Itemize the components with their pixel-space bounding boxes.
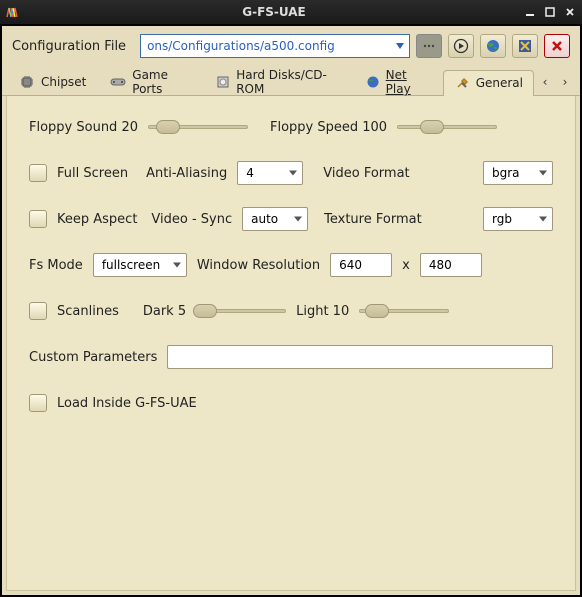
- general-panel: Floppy Sound 20 Floppy Speed 100 Full Sc…: [6, 96, 576, 591]
- config-file-select[interactable]: [140, 34, 410, 58]
- video-format-select-wrap: bgra: [483, 161, 553, 185]
- titlebar: G-FS-UAE: [0, 0, 582, 24]
- config-file-label: Configuration File: [12, 39, 126, 54]
- row-fs-mode: Fs Mode fullscreen Window Resolution x: [29, 252, 553, 278]
- maximize-button[interactable]: [542, 4, 558, 20]
- tab-prev-button[interactable]: ‹: [536, 71, 554, 93]
- scanlines-checkbox[interactable]: [29, 302, 47, 320]
- tools-button[interactable]: [512, 34, 538, 58]
- custom-params-label: Custom Parameters: [29, 350, 157, 365]
- full-screen-label: Full Screen: [57, 166, 128, 181]
- anti-aliasing-select-wrap: 4: [237, 161, 303, 185]
- browse-button[interactable]: [416, 34, 442, 58]
- texture-format-select[interactable]: rgb: [483, 207, 553, 231]
- custom-params-input[interactable]: [167, 345, 553, 369]
- floppy-speed-label: Floppy Speed 100: [270, 120, 387, 135]
- tab-game-ports-label: Game Ports: [132, 68, 192, 96]
- window-height-input[interactable]: [420, 253, 482, 277]
- tab-net-play-label: Net Play: [386, 68, 430, 96]
- fs-mode-select[interactable]: fullscreen: [93, 253, 187, 277]
- anti-aliasing-label: Anti-Aliasing: [146, 166, 227, 181]
- content: Configuration File Chipset: [0, 24, 582, 597]
- tab-chipset[interactable]: Chipset: [8, 69, 97, 95]
- chip-icon: [19, 74, 35, 90]
- video-format-select[interactable]: bgra: [483, 161, 553, 185]
- globe-button[interactable]: [480, 34, 506, 58]
- video-sync-select-wrap: auto: [242, 207, 308, 231]
- tab-chipset-label: Chipset: [41, 75, 86, 89]
- video-sync-label: Video - Sync: [151, 212, 232, 227]
- scanlines-label: Scanlines: [57, 304, 119, 319]
- tab-hard-disks[interactable]: Hard Disks/CD-ROM: [205, 69, 353, 95]
- window-buttons: [522, 4, 578, 20]
- row-floppy: Floppy Sound 20 Floppy Speed 100: [29, 114, 553, 140]
- floppy-sound-label: Floppy Sound 20: [29, 120, 138, 135]
- floppy-speed-slider[interactable]: [397, 119, 497, 135]
- toolbar: Configuration File: [2, 26, 580, 68]
- dark-slider[interactable]: [196, 303, 286, 319]
- disk-icon: [216, 74, 230, 90]
- tabbar: Chipset Game Ports Hard Disks/CD-ROM Net…: [2, 68, 580, 96]
- tools-icon: [454, 75, 470, 91]
- dark-label: Dark 5: [143, 304, 186, 319]
- network-icon: [366, 74, 380, 90]
- gamepad-icon: [110, 74, 126, 90]
- row-load-inside: Load Inside G-FS-UAE: [29, 390, 553, 416]
- play-button[interactable]: [448, 34, 474, 58]
- config-file-select-wrap: [140, 34, 410, 58]
- window-width-input[interactable]: [330, 253, 392, 277]
- close-button[interactable]: [562, 4, 578, 20]
- light-label: Light 10: [296, 304, 349, 319]
- keep-aspect-label: Keep Aspect: [57, 212, 137, 227]
- fs-mode-label: Fs Mode: [29, 258, 83, 273]
- window-title: G-FS-UAE: [26, 5, 522, 19]
- texture-format-label: Texture Format: [324, 212, 422, 227]
- tab-hard-disks-label: Hard Disks/CD-ROM: [236, 68, 341, 96]
- fs-mode-select-wrap: fullscreen: [93, 253, 187, 277]
- light-slider[interactable]: [359, 303, 449, 319]
- quit-button[interactable]: [544, 34, 570, 58]
- window: G-FS-UAE Configuration File: [0, 0, 582, 597]
- texture-format-select-wrap: rgb: [483, 207, 553, 231]
- anti-aliasing-select[interactable]: 4: [237, 161, 303, 185]
- tab-general-label: General: [476, 76, 523, 90]
- load-inside-label: Load Inside G-FS-UAE: [57, 396, 197, 411]
- window-resolution-label: Window Resolution: [197, 258, 320, 273]
- tab-net-play[interactable]: Net Play: [355, 69, 441, 95]
- tab-next-button[interactable]: ›: [556, 71, 574, 93]
- minimize-button[interactable]: [522, 4, 538, 20]
- tab-game-ports[interactable]: Game Ports: [99, 69, 203, 95]
- video-format-label: Video Format: [323, 166, 409, 181]
- app-icon: [4, 4, 20, 20]
- tab-nav: ‹ ›: [536, 71, 574, 93]
- full-screen-checkbox[interactable]: [29, 164, 47, 182]
- resolution-x-label: x: [402, 258, 410, 273]
- row-fullscreen: Full Screen Anti-Aliasing 4 Video Format…: [29, 160, 553, 186]
- row-keep-aspect: Keep Aspect Video - Sync auto Texture Fo…: [29, 206, 553, 232]
- tab-general[interactable]: General: [443, 70, 534, 96]
- row-custom-params: Custom Parameters: [29, 344, 553, 370]
- floppy-sound-slider[interactable]: [148, 119, 248, 135]
- video-sync-select[interactable]: auto: [242, 207, 308, 231]
- keep-aspect-checkbox[interactable]: [29, 210, 47, 228]
- row-scanlines: Scanlines Dark 5 Light 10: [29, 298, 553, 324]
- load-inside-checkbox[interactable]: [29, 394, 47, 412]
